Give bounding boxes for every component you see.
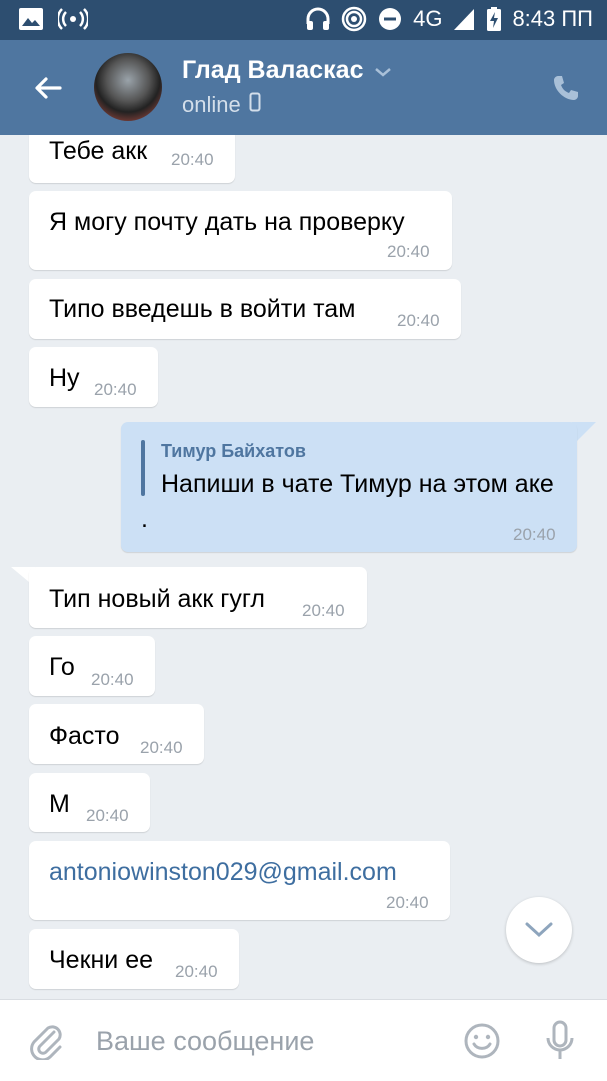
signal-icon <box>452 6 476 32</box>
phone-icon[interactable] <box>550 72 582 109</box>
message-bubble[interactable]: Тип новый акк гугл 20:40 <box>29 567 367 628</box>
message-text: Фасто <box>49 722 120 750</box>
hotspot-icon <box>58 7 88 31</box>
message-text: Я могу почту дать на проверку <box>49 208 405 236</box>
message-bubble[interactable]: Го 20:40 <box>29 636 155 696</box>
message-input[interactable]: Ваше сообщение <box>96 1026 314 1057</box>
message-time: 20:40 <box>175 962 218 981</box>
contact-status: online <box>182 92 261 118</box>
message-bubble[interactable]: antoniowinston029@gmail.com 20:40 <box>29 841 450 920</box>
message-bubble[interactable]: Я могу почту дать на проверку 20:40 <box>29 191 452 270</box>
message-time: 20:40 <box>386 893 429 912</box>
location-icon <box>341 6 367 32</box>
mobile-icon <box>249 92 261 118</box>
mic-icon[interactable] <box>545 1020 575 1067</box>
outgoing-message-bubble[interactable]: Тимур Байхатов Напиши в чате Тимур на эт… <box>121 422 577 552</box>
message-time: 20:40 <box>302 601 345 620</box>
contact-title[interactable]: Глад Валаскас <box>182 56 392 85</box>
headphones-icon <box>305 6 331 32</box>
message-time: 20:40 <box>171 150 214 169</box>
message-text-extra: . <box>141 505 148 533</box>
message-bubble[interactable]: М 20:40 <box>29 773 150 832</box>
clock: 8:43 ПП <box>512 6 593 31</box>
chevron-down-icon <box>525 922 553 938</box>
message-time: 20:40 <box>513 525 556 544</box>
message-list[interactable]: Тебе акк 20:40 Я могу почту дать на пров… <box>0 135 607 999</box>
reply-author: Тимур Байхатов <box>161 441 306 461</box>
message-text: Го <box>49 653 75 681</box>
message-bubble[interactable]: Тебе акк 20:40 <box>29 135 235 183</box>
message-time: 20:40 <box>397 311 440 330</box>
status-bar: 4G 8:43 ПП <box>0 0 607 40</box>
message-text: Ну <box>49 364 80 392</box>
battery-charging-icon <box>486 6 502 32</box>
message-bubble[interactable]: Ну 20:40 <box>29 347 158 407</box>
image-icon <box>18 7 44 31</box>
message-bubble[interactable]: Типо введешь в войти там 20:40 <box>29 279 461 339</box>
message-time: 20:40 <box>140 738 183 757</box>
chevron-down-icon <box>374 56 392 85</box>
dnd-icon <box>377 6 403 32</box>
message-bubble[interactable]: Фасто 20:40 <box>29 704 204 764</box>
message-time: 20:40 <box>91 670 134 689</box>
message-text: Типо введешь в войти там <box>49 295 356 323</box>
message-text: Тебе акк <box>49 137 148 165</box>
back-arrow-icon[interactable] <box>32 72 64 104</box>
contact-name: Глад Валаскас <box>182 56 364 84</box>
avatar[interactable] <box>94 53 162 121</box>
scroll-down-button[interactable] <box>506 897 572 963</box>
message-bubble[interactable]: Чекни ее 20:40 <box>29 929 239 989</box>
message-time: 20:40 <box>86 806 129 825</box>
message-composer: Ваше сообщение <box>0 999 607 1081</box>
message-time: 20:40 <box>387 242 430 261</box>
chat-header: Глад Валаскас online <box>0 40 607 135</box>
message-time: 20:40 <box>94 380 137 399</box>
email-link[interactable]: antoniowinston029@gmail.com <box>49 858 397 887</box>
message-text: Чекни ее <box>49 946 154 974</box>
attach-icon[interactable] <box>28 1022 64 1065</box>
message-text: Тип новый акк гугл <box>49 585 265 613</box>
emoji-icon[interactable] <box>463 1022 501 1065</box>
online-status: online <box>182 92 241 117</box>
reply-quote-bar <box>141 440 145 496</box>
network-type: 4G <box>413 6 443 31</box>
message-text: Напиши в чате Тимур на этом аке <box>161 470 554 498</box>
message-text: М <box>49 790 70 818</box>
